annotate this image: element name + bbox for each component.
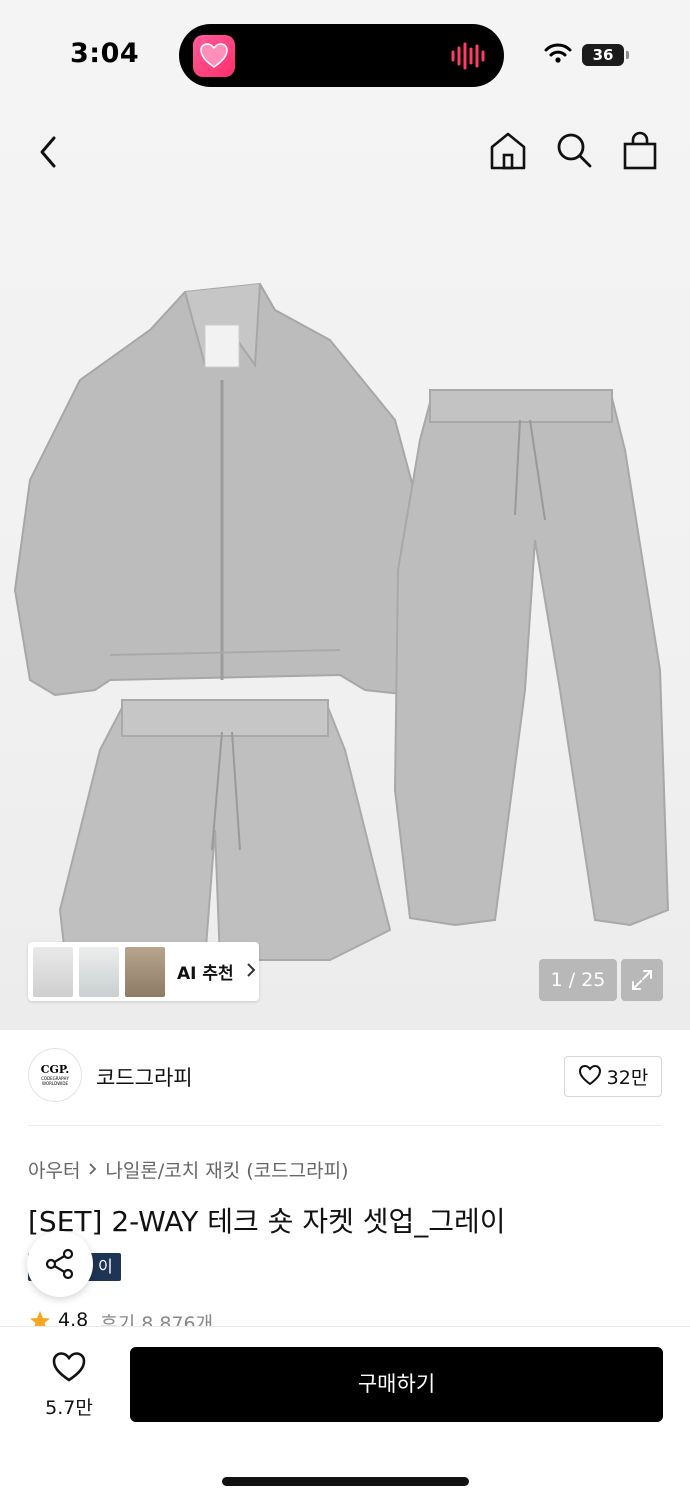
buy-button[interactable]: 구매하기 [130, 1347, 663, 1422]
breadcrumb: 아우터 나일론/코치 재킷 (코드그라피) [28, 1156, 349, 1183]
brand-like-button[interactable]: 32만 [564, 1056, 662, 1097]
status-time: 3:04 [70, 38, 140, 69]
home-indicator[interactable] [222, 1477, 469, 1486]
divider [28, 1125, 662, 1126]
audio-wave-icon [450, 42, 488, 74]
ai-thumbnail-model [79, 946, 119, 997]
share-button[interactable] [27, 1231, 93, 1297]
dynamic-island[interactable] [179, 24, 504, 87]
share-icon [45, 1248, 74, 1280]
status-indicators: 36 [544, 42, 629, 68]
brand-logo-text: CGP. [40, 1063, 70, 1076]
chevron-right-icon [88, 1159, 97, 1181]
top-nav-actions [488, 130, 660, 172]
brand-like-count: 32만 [606, 1067, 649, 1089]
status-bar: 3:04 36 [0, 0, 690, 110]
breadcrumb-item-category[interactable]: 나일론/코치 재킷 (코드그라피) [105, 1156, 348, 1183]
image-counter: 1 / 25 [539, 959, 617, 1001]
brand-logo-subtext: CODEGRAPHY WORLDWIDE [41, 1076, 69, 1086]
expand-icon [632, 970, 652, 990]
product-image[interactable] [0, 270, 690, 990]
back-button[interactable] [34, 132, 64, 172]
ai-recommend-button[interactable]: AI 추천 [28, 942, 259, 1001]
product-title: [SET] 2-WAY 테크 숏 자켓 셋업_그레이 [28, 1205, 506, 1238]
ai-thumbnail-jacket [33, 946, 73, 997]
breadcrumb-item-outer[interactable]: 아우터 [28, 1156, 80, 1183]
brand-logo[interactable]: CGP. CODEGRAPHY WORLDWIDE [28, 1048, 82, 1102]
brand-row[interactable]: CGP. CODEGRAPHY WORLDWIDE 코드그라피 32만 [28, 1048, 662, 1106]
search-icon[interactable] [554, 130, 594, 172]
home-icon[interactable] [488, 130, 528, 172]
chevron-right-icon [246, 962, 256, 982]
wishlist-button[interactable]: 5.7만 [30, 1351, 108, 1420]
product-detail-screen: 3:04 36 AI 추천 1 / 25 CGP. CODEGRAPHY WOR… [0, 0, 690, 1500]
brand-name[interactable]: 코드그라피 [96, 1062, 193, 1092]
expand-button[interactable] [621, 959, 663, 1001]
heart-icon [51, 1352, 87, 1387]
heart-app-icon [193, 35, 235, 77]
battery-indicator: 36 [582, 44, 629, 66]
bottom-action-bar: 5.7만 구매하기 [0, 1326, 690, 1500]
ai-thumbnail-model-2 [125, 946, 165, 997]
wishlist-count: 5.7만 [45, 1397, 93, 1419]
wifi-icon [544, 42, 572, 68]
ai-recommend-label: AI 추천 [177, 964, 234, 984]
heart-icon [578, 1064, 602, 1090]
shopping-bag-icon[interactable] [620, 130, 660, 172]
